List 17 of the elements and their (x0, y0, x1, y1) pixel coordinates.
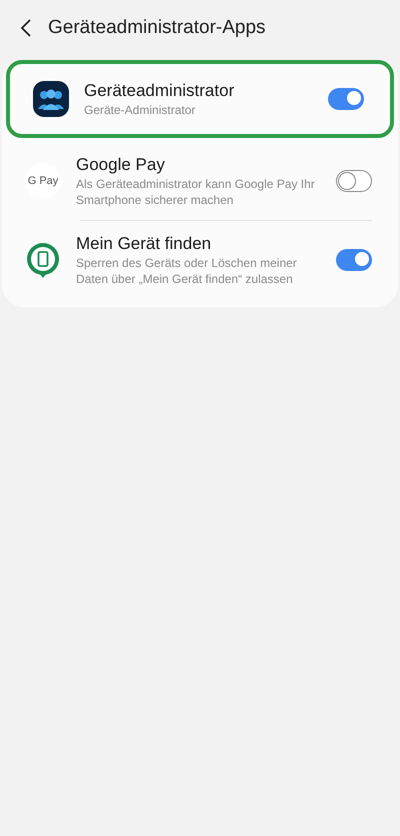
toggle-switch[interactable] (336, 249, 372, 271)
back-icon[interactable] (20, 18, 32, 38)
people-icon (33, 81, 69, 117)
highlighted-app-row[interactable]: Geräteadministrator Geräte-Administrator (6, 60, 394, 138)
google-pay-logo: G Pay (25, 163, 61, 199)
app-title: Mein Gerät finden (76, 233, 212, 255)
toggle-switch[interactable] (328, 88, 364, 110)
app-description: Sperren des Geräts oder Löschen meiner Daten über „Mein Gerät finden“ zulassen (76, 255, 298, 287)
app-description: Als Geräteadministrator kann Google Pay Ihr Smartphone sicherer machen (76, 176, 316, 208)
toggle-switch[interactable] (336, 170, 372, 192)
app-row[interactable]: G Pay Google Pay Als Geräteadministrator kann Google Pay Ihr Smartphone sicherer machen (2, 142, 398, 220)
page-title: Geräteadministrator-Apps (48, 16, 266, 40)
app-title: Geräteadministrator (84, 80, 236, 102)
app-row[interactable]: Mein Gerät finden Sperren des Geräts oder Löschen meiner Daten über „Mein Gerät finden“ zulassen (2, 221, 398, 299)
app-description: Geräte-Administrator (84, 102, 196, 118)
phone-location-icon (25, 241, 61, 279)
app-title: Google Pay (76, 154, 166, 176)
